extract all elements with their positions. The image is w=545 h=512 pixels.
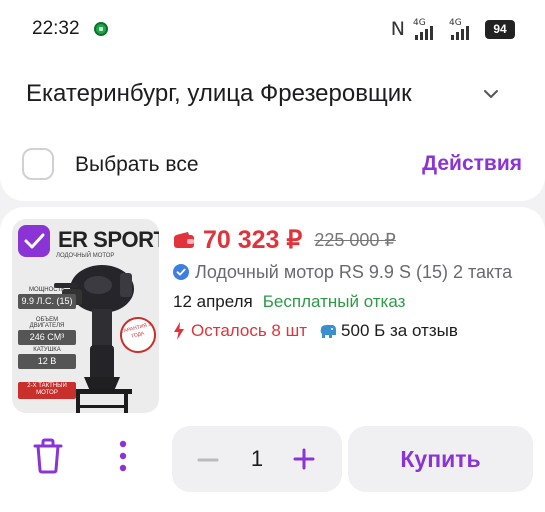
quantity-stepper: 1 [172,426,342,492]
delivery-address: Екатеринбург, улица Фрезеровщик [26,80,412,107]
image-subtitle: ЛОДОЧНЫЙ МОТОР [56,253,115,259]
signal-icon-1: 4G [413,18,441,40]
quantity-value: 1 [250,446,264,471]
nfc-icon: N [390,18,405,40]
spec-value: 2-Х ТАКТНЫЙ МОТОР [18,382,76,399]
delivery-row: 12 апреля Бесплатный отказ [173,290,405,314]
verified-badge-icon [173,264,189,280]
piggy-bank-icon [320,325,337,338]
image-brand-text: ER SPORT [58,227,159,252]
delivery-address-selector[interactable]: Екатеринбург, улица Фрезеровщик [26,78,506,110]
product-title-row[interactable]: Лодочный мотор RS 9.9 S (15) 2 такта [173,260,545,284]
price-row: 70 323 ₽ 225 000 ₽ [173,225,396,255]
item-checkbox-checked[interactable] [18,225,50,257]
free-refund-label: Бесплатный отказ [262,292,406,311]
image-spec-coil: катушка 12 В [18,347,76,369]
review-bonus: 500 Б за отзыв [341,321,458,340]
status-bar: 22:32 N 4G 4G 94 [0,0,545,58]
spec-caption: объем двигателя [29,317,65,329]
image-spec-power: мощность 9.9 Л.С. (15) [18,287,76,309]
lightning-icon [174,322,184,340]
spec-value: 9.9 Л.С. (15) [18,294,76,309]
chevron-down-icon [484,90,498,98]
select-all-checkbox[interactable] [22,148,54,180]
spec-caption: катушка [33,347,61,353]
app-notification-icon [94,22,108,36]
spec-value: 12 В [18,354,76,369]
status-time: 22:32 [32,18,80,39]
delivery-date: 12 апреля [173,292,253,311]
select-all-label[interactable]: Выбрать все [75,153,199,177]
image-spec-stroke: 2-Х ТАКТНЫЙ МОТОР [18,381,76,399]
image-spec-volume: объем двигателя 246 СМ³ [18,317,76,345]
actions-button[interactable]: Действия [422,152,522,176]
cart-item: ER SPORT ЛОДОЧНЫЙ МОТОР мощность 9.9 Л.С… [0,207,545,512]
trash-icon[interactable] [32,438,64,474]
minus-icon[interactable] [196,448,220,472]
signal-icon-2: 4G [449,18,477,40]
product-title: Лодочный мотор RS 9.9 S (15) 2 такта [195,261,513,282]
select-all-row: Выбрать все Действия [22,146,522,182]
spec-value: 246 СМ³ [18,330,76,345]
buy-button[interactable]: Купить [348,426,533,492]
battery-icon: 94 [485,19,515,39]
plus-icon[interactable] [292,447,316,471]
stock-row: Осталось 8 шт 500 Б за отзыв [173,319,458,343]
more-options-icon[interactable] [113,439,133,473]
stock-remaining: Осталось 8 шт [191,321,308,340]
wallet-icon [174,232,194,248]
old-price: 225 000 ₽ [314,229,396,250]
status-icons: N 4G 4G 94 [391,17,515,41]
spec-caption: мощность [28,287,66,293]
current-price: 70 323 ₽ [203,226,303,254]
cart-header: Екатеринбург, улица Фрезеровщик Выбрать … [0,58,545,201]
